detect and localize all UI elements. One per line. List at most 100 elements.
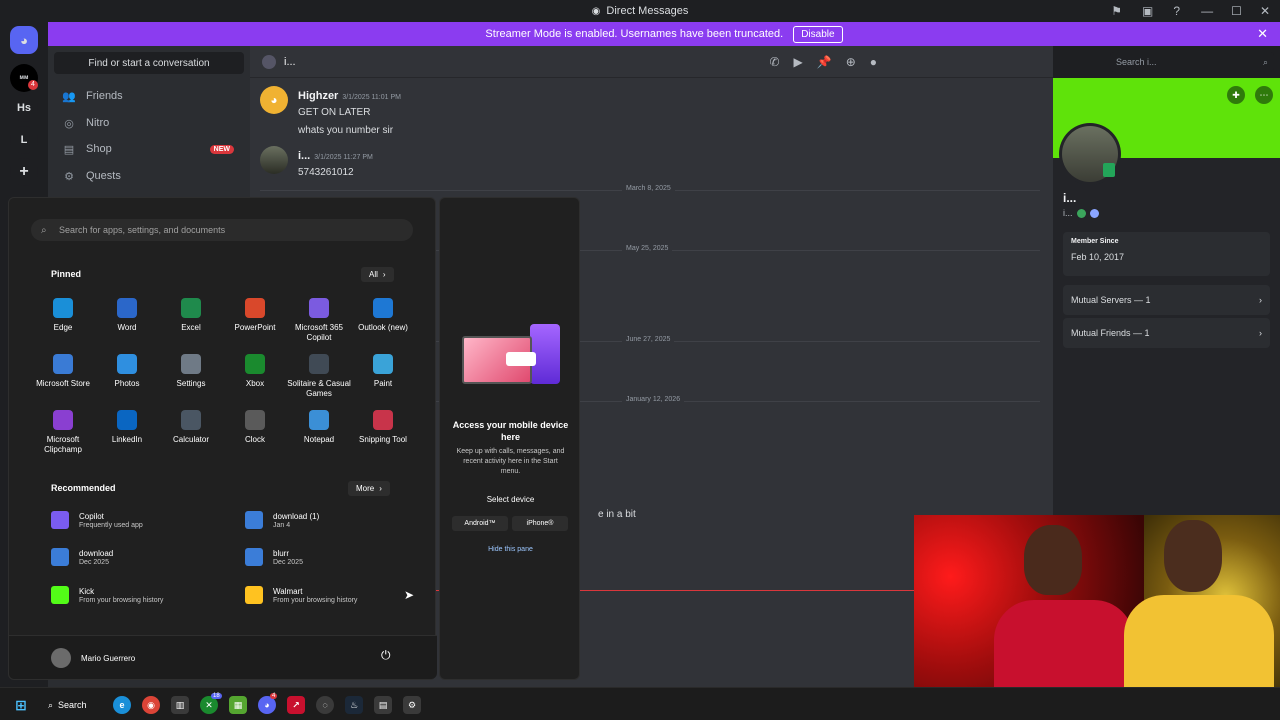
paint-icon [373, 354, 393, 374]
pinned-app[interactable]: Solitaire & Casual Games [287, 354, 351, 399]
inbox-flag-icon[interactable]: ⚑ [1111, 4, 1122, 18]
help-icon[interactable]: ? [1173, 4, 1180, 18]
pinned-app-label: Outlook (new) [358, 323, 408, 332]
hide-pane-link[interactable]: Hide this pane [440, 546, 581, 553]
disable-streamer-button[interactable]: Disable [793, 25, 843, 43]
power-icon[interactable]: ⏻ [381, 648, 391, 663]
android-button[interactable]: Android™ [452, 516, 508, 531]
pinned-app[interactable]: Word [95, 298, 159, 333]
close-window-button[interactable]: ✕ [1260, 4, 1270, 18]
search-placeholder: Search for apps, settings, and documents [59, 225, 226, 235]
recommended-item[interactable]: download (1) Jan 4 [245, 511, 425, 529]
mention-badge: 4 [28, 80, 38, 90]
user-account-button[interactable]: Mario Guerrero [51, 648, 135, 668]
discord-home-button[interactable]: ◕ [10, 26, 38, 54]
window-title: Direct Messages [606, 5, 689, 17]
mutual-servers-row[interactable]: Mutual Servers — 1 › [1063, 285, 1270, 315]
server-hs[interactable]: Hs [10, 94, 38, 122]
member-since-date: Feb 10, 2017 [1071, 252, 1125, 262]
sidebar-item-nitro[interactable]: ◎ Nitro [56, 111, 242, 135]
amd-taskbar-icon[interactable]: ↗ [287, 696, 305, 714]
edge-taskbar-icon[interactable]: e [113, 696, 131, 714]
sidebar-item-friends[interactable]: 👥 Friends [56, 84, 242, 108]
start-search-input[interactable]: ⌕ Search for apps, settings, and document… [31, 219, 413, 241]
excel-icon [181, 298, 201, 318]
message-author[interactable]: i... [298, 150, 310, 162]
pinned-app-label: Notepad [303, 435, 335, 444]
pinned-app[interactable]: Xbox [223, 354, 287, 389]
iphone-button[interactable]: iPhone® [512, 516, 568, 531]
pinned-app[interactable]: Clock [223, 410, 287, 445]
pinned-app[interactable]: LinkedIn [95, 410, 159, 445]
pinned-app-label: Microsoft Store [36, 379, 90, 388]
maximize-button[interactable]: ☐ [1231, 4, 1242, 18]
pinned-app-label: Xbox [245, 379, 265, 388]
pinned-app[interactable]: Microsoft Clipchamp [31, 410, 95, 455]
video-call-icon[interactable]: ▶ [794, 55, 803, 69]
chat-search-input[interactable]: Search i... ⌕ [1110, 52, 1274, 72]
add-server-icon[interactable]: + [10, 158, 38, 186]
document-icon [245, 511, 263, 529]
notepad-taskbar-icon[interactable]: ▤ [374, 696, 392, 714]
pinned-heading: Pinned [51, 269, 82, 279]
message-text: 5743261012 [298, 167, 354, 178]
more-button[interactable]: More › [348, 481, 390, 496]
find-conversation-button[interactable]: Find or start a conversation [54, 52, 244, 74]
steam-taskbar-icon[interactable]: ♨ [345, 696, 363, 714]
document-icon [245, 548, 263, 566]
copilot-icon [51, 511, 69, 529]
recommended-item[interactable]: Copilot Frequently used app [51, 511, 231, 529]
app-taskbar-icon[interactable]: ▥ [171, 696, 189, 714]
pinned-app-label: Microsoft Clipchamp [44, 435, 82, 454]
recommended-item[interactable]: Walmart From your browsing history [245, 586, 425, 604]
add-friend-icon[interactable]: ✚ [1227, 86, 1245, 104]
recommended-title: Copilot [79, 511, 104, 521]
pinned-app[interactable]: PowerPoint [223, 298, 287, 333]
pinned-app[interactable]: Outlook (new) [351, 298, 415, 333]
windows-start-icon[interactable]: ⊞ [12, 696, 30, 714]
add-friends-to-dm-icon[interactable]: ⊕ [846, 55, 856, 69]
minecraft-taskbar-icon[interactable]: ▦ [229, 696, 247, 714]
sidebar-item-label: Friends [86, 90, 123, 102]
all-label: All [369, 270, 378, 279]
recommended-item[interactable]: download Dec 2025 [51, 548, 231, 566]
minimize-button[interactable]: — [1201, 4, 1213, 18]
pinned-app[interactable]: Photos [95, 354, 159, 389]
recommended-item[interactable]: Kick From your browsing history [51, 586, 231, 604]
inbox-icon[interactable]: ▣ [1142, 4, 1153, 18]
pinned-app[interactable]: Paint [351, 354, 415, 389]
taskbar-search-button[interactable]: ⌕ Search [48, 696, 87, 714]
all-apps-button[interactable]: All › [361, 267, 394, 282]
message-author[interactable]: Highzer [298, 90, 338, 102]
pinned-app[interactable]: Microsoft Store [31, 354, 95, 389]
pinned-app[interactable]: Edge [31, 298, 95, 333]
xbox-badge: 18 [211, 693, 222, 699]
server-l[interactable]: L [10, 126, 38, 154]
pinned-app[interactable]: Calculator [159, 410, 223, 445]
pinned-app-label: Word [117, 323, 137, 332]
message-time: 3/1/2025 11:01 PM [342, 94, 401, 101]
document-icon [51, 548, 69, 566]
pinned-app[interactable]: Settings [159, 354, 223, 389]
sidebar-item-label: Nitro [86, 117, 110, 129]
pinned-app[interactable]: Snipping Tool [351, 410, 415, 445]
close-banner-icon[interactable]: ✕ [1257, 26, 1268, 42]
sidebar-item-quests[interactable]: ⚙ Quests [56, 164, 242, 188]
pinned-app[interactable]: Microsoft 365 Copilot [287, 298, 351, 343]
user-profile-icon[interactable]: ● [870, 55, 877, 69]
more-options-icon[interactable]: ⋯ [1255, 86, 1273, 104]
settings-taskbar-icon[interactable]: ⚙ [403, 696, 421, 714]
mutual-friends-row[interactable]: Mutual Friends — 1 › [1063, 318, 1270, 348]
search-placeholder: Search i... [1116, 57, 1157, 67]
sidebar-item-shop[interactable]: ▤ Shop NEW [56, 137, 242, 161]
edge-icon [53, 298, 73, 318]
pinned-app[interactable]: Notepad [287, 410, 351, 445]
recommended-item[interactable]: blurr Dec 2025 [245, 548, 425, 566]
recommended-title: download [79, 548, 114, 558]
pinned-app-label: Settings [176, 379, 206, 388]
pin-icon[interactable]: 📌 [817, 55, 832, 69]
voice-call-icon[interactable]: ✆ [769, 55, 779, 69]
chrome-taskbar-icon[interactable]: ◉ [142, 696, 160, 714]
obs-taskbar-icon[interactable]: ◌ [316, 696, 334, 714]
pinned-app[interactable]: Excel [159, 298, 223, 333]
